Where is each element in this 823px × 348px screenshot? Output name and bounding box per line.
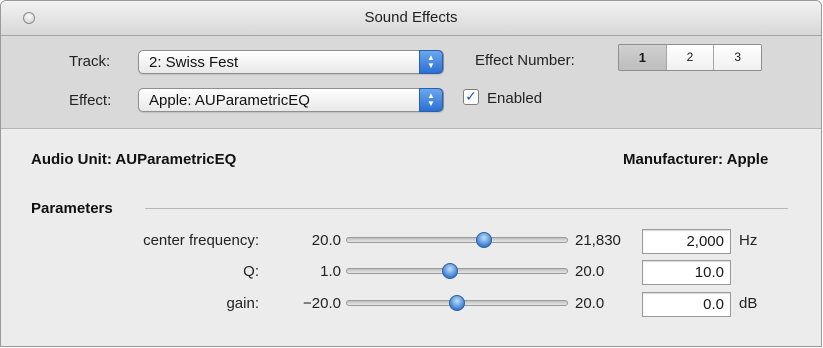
param-max: 20.0 (575, 263, 605, 280)
track-value: 2: Swiss Fest (149, 54, 239, 71)
audio-unit-name: Audio Unit: AUParametricEQ (31, 151, 237, 168)
track-label: Track: (69, 53, 111, 70)
effect-number-1[interactable]: 1 (619, 45, 666, 70)
title-bar: Sound Effects (1, 1, 821, 36)
effect-value: Apple: AUParametricEQ (149, 92, 310, 109)
slider-thumb[interactable] (442, 263, 459, 279)
param-label: Q: (243, 263, 259, 280)
center-frequency-slider[interactable] (346, 237, 568, 243)
effect-number-segmented-control: 1 2 3 (618, 44, 762, 71)
effect-popup[interactable]: Apple: AUParametricEQ ▲ ▼ (138, 88, 444, 112)
section-divider (145, 208, 788, 209)
param-unit: dB (739, 295, 758, 312)
enabled-checkbox[interactable]: ✓ (463, 89, 479, 105)
param-unit: Hz (739, 232, 758, 249)
audio-unit-panel: Audio Unit: AUParametricEQ Manufacturer:… (1, 129, 821, 346)
center-frequency-field[interactable]: 2,000 (642, 229, 731, 254)
window-title: Sound Effects (364, 9, 458, 26)
parameters-heading: Parameters (31, 200, 113, 217)
param-max: 20.0 (575, 295, 605, 312)
slider-thumb[interactable] (475, 232, 492, 248)
gain-field[interactable]: 0.0 (642, 292, 731, 317)
param-min: 1.0 (320, 263, 341, 280)
slider-thumb[interactable] (449, 295, 465, 311)
effect-number-2[interactable]: 2 (665, 45, 714, 70)
q-field[interactable]: 10.0 (642, 260, 731, 285)
effect-settings-panel: Track: 2: Swiss Fest ▲ ▼ Effect: Apple: A… (1, 36, 821, 129)
enabled-label: Enabled (487, 90, 543, 107)
sound-effects-window: Sound Effects Track: 2: Swiss Fest ▲ ▼ Ef… (0, 0, 822, 347)
checkmark-icon: ✓ (465, 88, 477, 104)
popup-arrows-icon: ▲ ▼ (419, 88, 443, 112)
track-popup[interactable]: 2: Swiss Fest ▲ ▼ (138, 50, 444, 74)
effect-number-3[interactable]: 3 (713, 45, 762, 70)
param-label: center frequency: (143, 232, 259, 249)
effect-number-label: Effect Number: (475, 52, 575, 69)
param-min: 20.0 (311, 232, 341, 249)
effect-label: Effect: (69, 92, 112, 109)
param-min: −20.0 (303, 295, 341, 312)
popup-arrows-icon: ▲ ▼ (419, 50, 443, 74)
param-max: 21,830 (575, 232, 621, 249)
param-label: gain: (226, 295, 259, 312)
manufacturer-name: Manufacturer: Apple (623, 151, 769, 168)
